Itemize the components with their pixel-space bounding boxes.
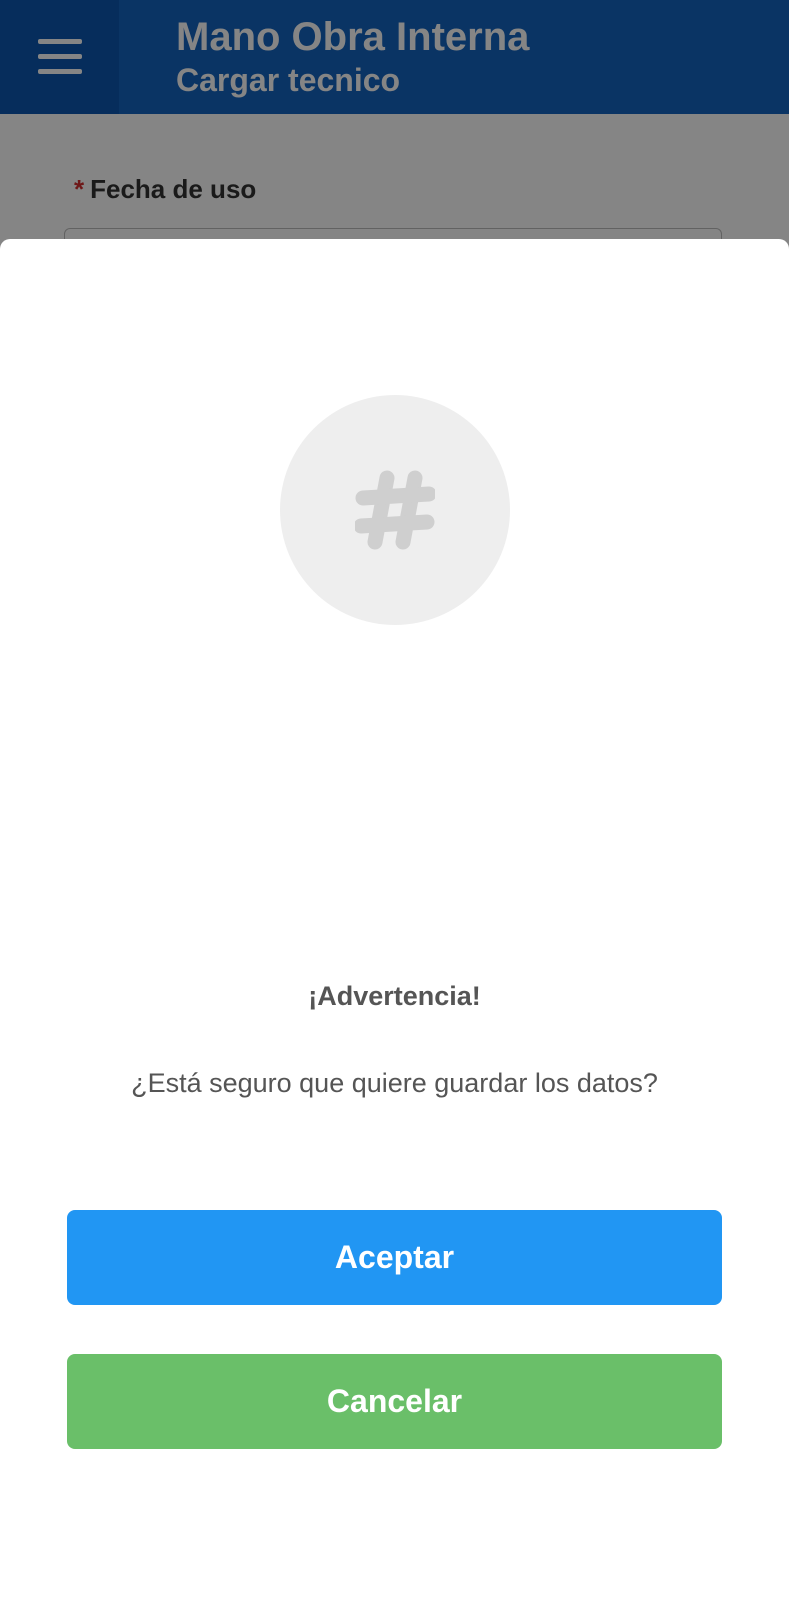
screen: Mano Obra Interna Cargar tecnico * Fecha … <box>0 0 789 1600</box>
warning-dialog: ¡Advertencia! ¿Está seguro que quiere gu… <box>0 239 789 1600</box>
cancel-button[interactable]: Cancelar <box>67 1354 722 1449</box>
dialog-icon-circle <box>280 395 510 625</box>
dialog-title: ¡Advertencia! <box>308 981 481 1011</box>
dialog-message: ¿Está seguro que quiere guardar los dato… <box>131 1068 658 1098</box>
accept-button[interactable]: Aceptar <box>67 1210 722 1305</box>
hash-icon <box>355 470 435 550</box>
